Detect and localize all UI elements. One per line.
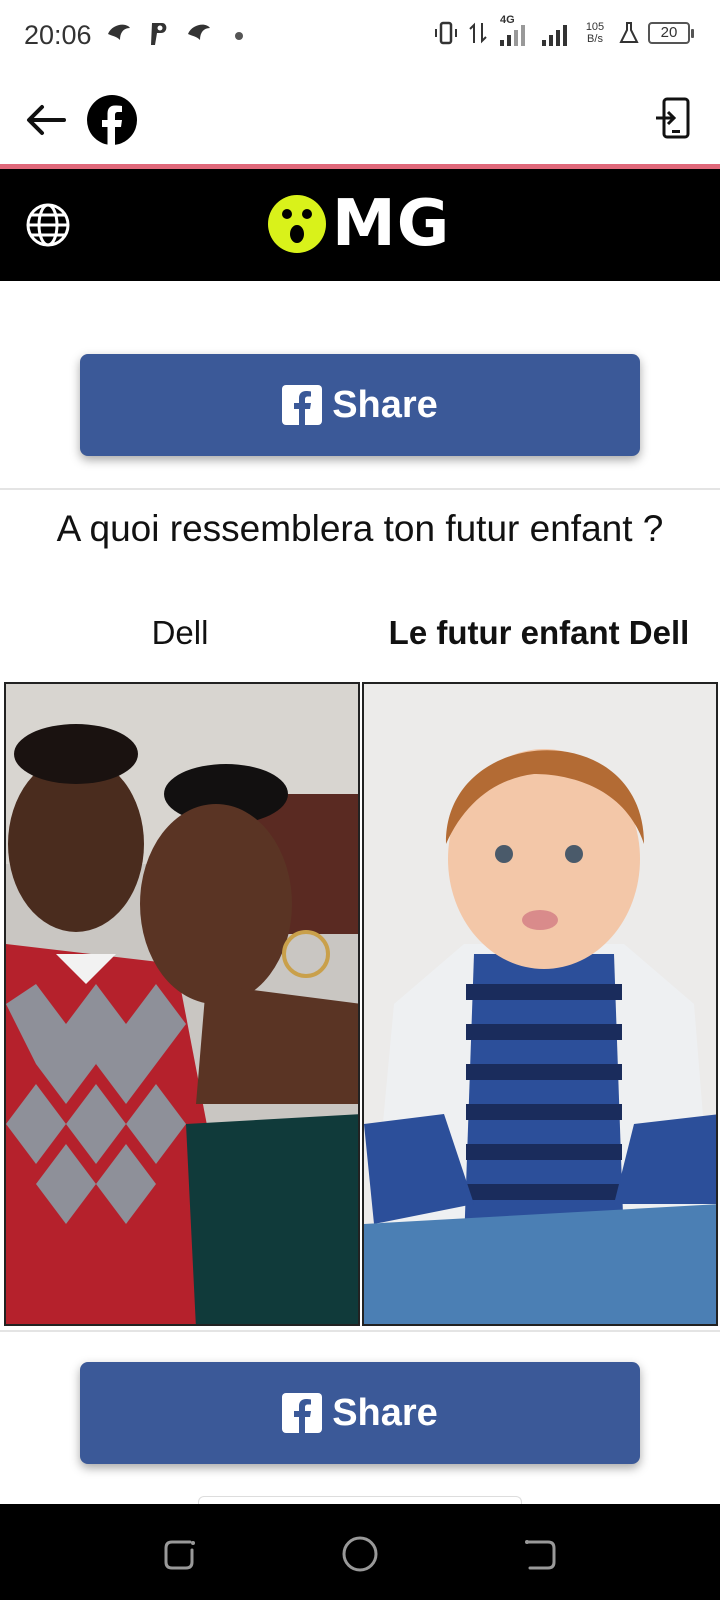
omg-logo[interactable]: MG bbox=[268, 187, 451, 261]
couple-photo bbox=[4, 682, 360, 1326]
home-circle-icon[interactable] bbox=[340, 1534, 380, 1574]
status-bar: 20:06 4G 105 B/s 20 bbox=[0, 0, 720, 72]
site-header: MG bbox=[0, 169, 720, 281]
share-button-label: Share bbox=[332, 1391, 438, 1434]
lab-flask-icon bbox=[619, 22, 639, 43]
bird-icon bbox=[188, 24, 210, 40]
section-divider bbox=[0, 488, 720, 490]
right-column-label: Le futur enfant Dell bbox=[388, 614, 690, 651]
network-type: 4G bbox=[500, 14, 515, 26]
recent-apps-icon[interactable] bbox=[160, 1534, 200, 1574]
speed-unit: B/s bbox=[587, 33, 603, 45]
status-right: 4G 105 B/s 20 bbox=[432, 14, 694, 48]
status-time: 20:06 bbox=[24, 20, 92, 50]
share-button-label: Share bbox=[332, 383, 438, 426]
back-nav-icon[interactable] bbox=[520, 1534, 560, 1574]
paypal-icon bbox=[151, 23, 167, 45]
app-bar bbox=[0, 72, 720, 166]
quiz-question: A quoi ressemblera ton futur enfant ? bbox=[56, 508, 664, 549]
vibrate-icon bbox=[435, 21, 457, 45]
data-transfer-icon bbox=[469, 22, 487, 44]
speed-value: 105 bbox=[585, 21, 605, 33]
battery-indicator: 20 bbox=[648, 22, 694, 44]
globe-icon[interactable] bbox=[24, 201, 72, 249]
left-column-label: Dell bbox=[151, 614, 209, 651]
signal-4g: 4G bbox=[498, 14, 532, 48]
section-divider bbox=[0, 1330, 720, 1332]
facebook-share-button[interactable]: Share bbox=[80, 1362, 640, 1464]
arrow-left-icon[interactable] bbox=[22, 96, 70, 144]
network-speed: 105 B/s bbox=[580, 21, 610, 45]
bird-icon bbox=[108, 24, 130, 40]
facebook-icon bbox=[87, 95, 137, 146]
open-external-icon[interactable] bbox=[654, 96, 694, 140]
logo-text: MG bbox=[332, 187, 451, 261]
facebook-share-button[interactable]: Share bbox=[80, 354, 640, 456]
child-photo bbox=[362, 682, 718, 1326]
signal-icon bbox=[542, 25, 567, 46]
facebook-f-icon bbox=[282, 1393, 323, 1433]
system-nav-bar bbox=[0, 1504, 720, 1600]
more-notifications-dot-icon bbox=[235, 32, 243, 40]
notification-icons bbox=[106, 20, 252, 48]
facebook-f-icon bbox=[282, 385, 323, 425]
surprised-face-icon bbox=[268, 195, 326, 253]
